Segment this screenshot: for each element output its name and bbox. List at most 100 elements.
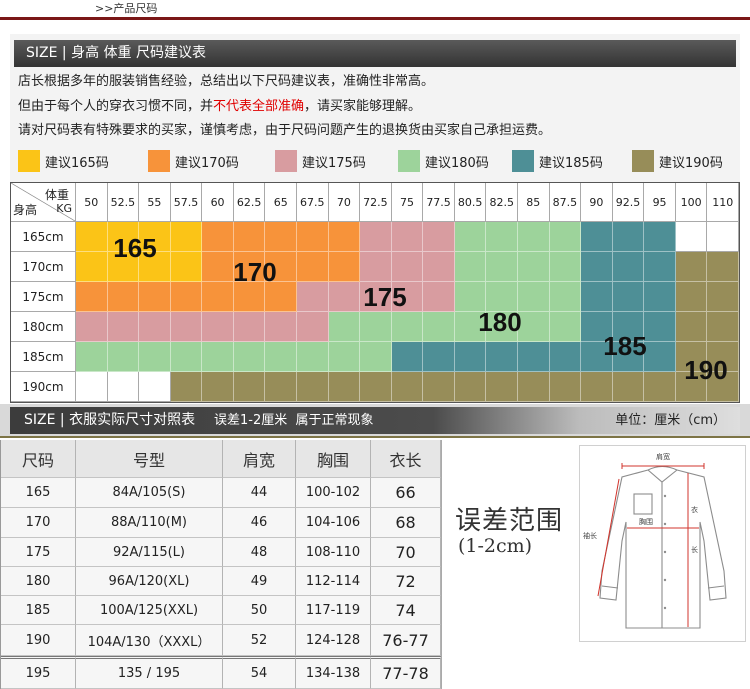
size-cell [454, 342, 487, 372]
size-cell [202, 252, 234, 282]
size-cell [675, 222, 708, 252]
size-cell [486, 252, 518, 282]
legend-item-170: 建议170码 [148, 150, 239, 172]
table-cell: 48 [223, 538, 296, 567]
size-cell [391, 312, 424, 342]
weight-header: 72.5 [360, 183, 392, 222]
size-cell [423, 312, 455, 342]
section-title: >>产品尺码 [95, 2, 158, 15]
weight-header: 62.5 [233, 183, 266, 222]
legend-label: 建议175码 [302, 155, 366, 171]
weight-header: 87.5 [549, 183, 582, 222]
size-cell [707, 372, 739, 402]
size-cell [328, 222, 361, 252]
table-cell: 54 [223, 656, 296, 689]
unit-label: 单位：厘米（cm） [615, 413, 726, 428]
size-cell [517, 342, 550, 372]
shirt-collar [647, 465, 678, 483]
size-cell [612, 222, 645, 252]
size-cell [76, 312, 108, 342]
size-cell [170, 312, 203, 342]
size-cell [107, 372, 140, 402]
size-cell [581, 252, 613, 282]
size-cell [644, 222, 676, 252]
size-cell [517, 222, 550, 252]
note-text: 但由于每个人的穿衣习惯不同，并 [18, 99, 214, 114]
shirt-button [663, 606, 667, 610]
table-cell: 66 [371, 478, 441, 508]
weight-header: 85 [517, 183, 550, 222]
size-cell [265, 342, 297, 372]
size-cell [265, 222, 297, 252]
size-cell [360, 312, 392, 342]
size-cell [139, 372, 171, 402]
size-cell [107, 282, 140, 312]
note-line-1: 店长根据多年的服装销售经验，总结出以下尺码建议表，准确性非常高。 [18, 74, 435, 89]
size-cell [139, 342, 171, 372]
shirt-cuffs [601, 585, 725, 589]
size-cell [328, 372, 361, 402]
size-cell [265, 312, 297, 342]
size-cell [107, 312, 140, 342]
grid-corner-header: 体重 KG 身高 [11, 183, 76, 222]
size-cell [233, 252, 266, 282]
size-cell [233, 222, 266, 252]
size-cell [707, 252, 739, 282]
size-cell [454, 312, 487, 342]
size-cell [581, 312, 613, 342]
weight-header: 82.5 [486, 183, 518, 222]
table-header-cell: 尺码 [1, 440, 76, 478]
size-cell [170, 222, 203, 252]
sleeve-label: 袖长 [583, 531, 597, 540]
size-cell [423, 342, 455, 372]
measurement-table: 尺码 号型 肩宽 胸围 衣长 165 84A/105(S) 44 100-102 66 170 88A… [0, 440, 441, 689]
weight-header: 110 [707, 183, 739, 222]
table-cell: 170 [1, 508, 76, 538]
table-cell: 70 [371, 538, 441, 567]
table-header-cell: 衣长 [371, 440, 441, 478]
size-cell [202, 222, 234, 252]
size-cell [76, 372, 108, 402]
table-cell: 96A/120(XL) [76, 567, 223, 596]
size-cell [454, 372, 487, 402]
table-cell: 68 [371, 508, 441, 538]
table-cell: 117-119 [296, 596, 371, 625]
sleeve-measure-line [597, 478, 620, 597]
weight-header: 95 [644, 183, 676, 222]
size-cell [612, 372, 645, 402]
table-cell: 52 [223, 625, 296, 656]
weight-header: 90 [581, 183, 613, 222]
size-cell [612, 342, 645, 372]
size-cell [296, 312, 329, 342]
length-label-top: 衣 [691, 505, 698, 514]
height-row-label: 170cm [11, 252, 76, 282]
size-cell [391, 252, 424, 282]
error-range-value: (1-2cm) [458, 535, 533, 557]
corner-height-label: 身高 [13, 203, 38, 217]
table-header-cell: 肩宽 [223, 440, 296, 478]
size-grid-cells: 体重 KG 身高 50 52.5 55 57.5 60 62.5 65 67.5 70 72.5 7… [11, 183, 739, 402]
size-cell [170, 372, 203, 402]
size-cell [360, 252, 392, 282]
table-cell: 195 [1, 656, 76, 689]
size-cell [486, 372, 518, 402]
actual-size-banner: SIZE | 衣服实际尺寸对照表 误差1-2厘米 属于正常现象 单位：厘米（cm… [10, 407, 740, 434]
weight-header: 92.5 [612, 183, 645, 222]
size-cell [454, 282, 487, 312]
table-cell: 100A/125(XXL) [76, 596, 223, 625]
error-range-title: 误差范围 [455, 506, 564, 536]
table-cell: 104A/130（XXXL） [76, 625, 223, 656]
note-line-2: 但由于每个人的穿衣习惯不同，并不代表全部准确，请买家能够理解。 [18, 99, 421, 115]
note-line-3: 请对尺码表有特殊要求的买家，谨慎考虑，由于尺码问题产生的退换货由买家自己承担运费… [18, 123, 552, 138]
table-cell: 49 [223, 567, 296, 596]
size-cell [233, 372, 266, 402]
size-cell [423, 252, 455, 282]
size-cell [675, 372, 708, 402]
size-cell [233, 342, 266, 372]
size-cell [581, 372, 613, 402]
weight-header: 80.5 [454, 183, 487, 222]
size-cell [76, 282, 108, 312]
size-cell [202, 282, 234, 312]
size-cell [454, 252, 487, 282]
shoulder-label: 肩宽 [656, 452, 670, 461]
